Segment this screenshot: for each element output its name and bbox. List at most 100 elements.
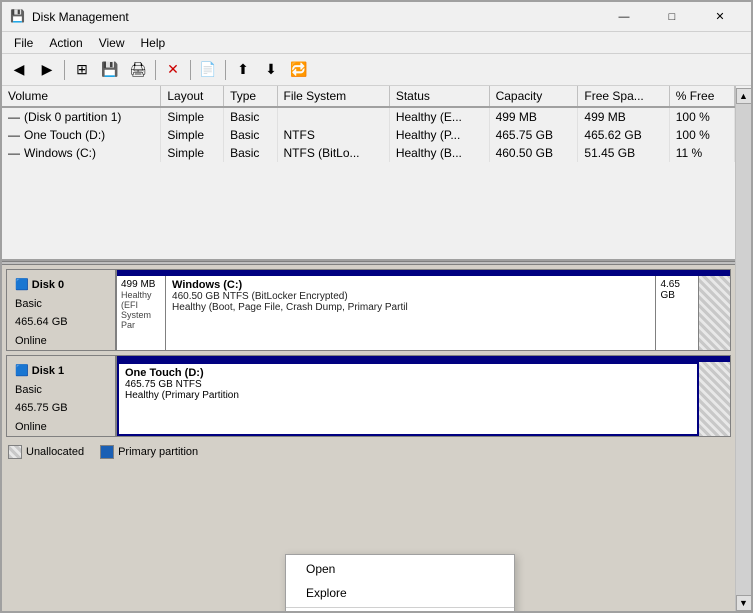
disk-0-c-detail2: Healthy (Boot, Page File, Crash Dump, Pr… bbox=[172, 302, 649, 313]
table-cell: —One Touch (D:) bbox=[2, 126, 161, 144]
disk-0-c-name: Windows (C:) bbox=[172, 279, 649, 291]
col-volume[interactable]: Volume bbox=[2, 86, 161, 107]
disk-1-row: 🟦 Disk 1 Basic 465.75 GB Online One Touc… bbox=[6, 355, 731, 437]
window-title: Disk Management bbox=[32, 10, 601, 24]
col-status[interactable]: Status bbox=[389, 86, 489, 107]
disk-1-type: Basic bbox=[15, 381, 107, 400]
table-cell: Basic bbox=[224, 144, 277, 162]
disk-0-unallocated[interactable] bbox=[699, 276, 730, 350]
menu-file[interactable]: File bbox=[6, 34, 41, 52]
disk-1-unallocated[interactable] bbox=[699, 362, 730, 436]
legend-primary-box bbox=[100, 445, 114, 459]
table-cell: —Windows (C:) bbox=[2, 144, 161, 162]
disk-1-d-detail1: 465.75 GB NTFS bbox=[125, 379, 691, 390]
table-row[interactable]: —(Disk 0 partition 1)SimpleBasicHealthy … bbox=[2, 107, 735, 126]
table-row[interactable]: —One Touch (D:)SimpleBasicNTFSHealthy (P… bbox=[2, 126, 735, 144]
disk-1-partition-d[interactable]: One Touch (D:) 465.75 GB NTFS Healthy (P… bbox=[117, 362, 699, 436]
toolbar-btn-up[interactable]: ⬆ bbox=[230, 57, 256, 83]
disk-0-label: 🟦 Disk 0 Basic 465.64 GB Online bbox=[7, 270, 117, 350]
toolbar-btn-save[interactable]: 💾 bbox=[97, 57, 123, 83]
col-pctfree[interactable]: % Free bbox=[669, 86, 734, 107]
table-cell: Basic bbox=[224, 107, 277, 126]
disk-1-partition-row: One Touch (D:) 465.75 GB NTFS Healthy (P… bbox=[117, 362, 730, 436]
disk-0-partition-c[interactable]: Windows (C:) 460.50 GB NTFS (BitLocker E… bbox=[166, 276, 656, 350]
table-cell: Healthy (B... bbox=[389, 144, 489, 162]
disk-0-size: 465.64 GB bbox=[15, 313, 107, 332]
main-window: 💾 Disk Management — □ ✕ File Action View… bbox=[0, 0, 753, 613]
disk-0-efi-status: Healthy (EFI System Par bbox=[121, 290, 161, 330]
scroll-down-button[interactable]: ▼ bbox=[736, 595, 752, 611]
scrollbar: ▲ ▼ bbox=[735, 86, 751, 611]
table-cell: Basic bbox=[224, 126, 277, 144]
title-bar: 💾 Disk Management — □ ✕ bbox=[2, 2, 751, 32]
disk-0-status: Online bbox=[15, 332, 107, 351]
menu-bar: File Action View Help bbox=[2, 32, 751, 54]
col-freespace[interactable]: Free Spa... bbox=[578, 86, 669, 107]
legend-unallocated-box bbox=[8, 445, 22, 459]
table-cell: Simple bbox=[161, 126, 224, 144]
table-cell: Simple bbox=[161, 107, 224, 126]
disk-1-d-detail2: Healthy (Primary Partition bbox=[125, 390, 691, 401]
back-button[interactable]: ◀ bbox=[6, 57, 32, 83]
table-cell: NTFS bbox=[277, 126, 389, 144]
disk-1-size: 465.75 GB bbox=[15, 399, 107, 418]
minimize-button[interactable]: — bbox=[601, 2, 647, 32]
table-cell: Simple bbox=[161, 144, 224, 162]
close-button[interactable]: ✕ bbox=[697, 2, 743, 32]
toolbar-btn-cancel[interactable]: ✕ bbox=[160, 57, 186, 83]
separator-3 bbox=[190, 60, 191, 80]
col-filesystem[interactable]: File System bbox=[277, 86, 389, 107]
legend-unallocated-label: Unallocated bbox=[26, 446, 84, 458]
table-cell: 460.50 GB bbox=[489, 144, 578, 162]
scroll-up-button[interactable]: ▲ bbox=[736, 88, 752, 104]
table-cell: 465.62 GB bbox=[578, 126, 669, 144]
table-cell: 499 MB bbox=[489, 107, 578, 126]
col-layout[interactable]: Layout bbox=[161, 86, 224, 107]
separator-1 bbox=[64, 60, 65, 80]
toolbar-btn-down[interactable]: ⬇ bbox=[258, 57, 284, 83]
disk-1-status: Online bbox=[15, 418, 107, 437]
volume-table: Volume Layout Type File System Status Ca… bbox=[2, 86, 735, 162]
maximize-button[interactable]: □ bbox=[649, 2, 695, 32]
volume-table-section: Volume Layout Type File System Status Ca… bbox=[2, 86, 735, 261]
window-controls: — □ ✕ bbox=[601, 2, 743, 32]
disk-0-name: 🟦 Disk 0 bbox=[15, 279, 64, 291]
disk-0-recovery-size: 4.65 GB bbox=[660, 279, 694, 301]
table-cell: 51.45 GB bbox=[578, 144, 669, 162]
disk-0-c-detail1: 460.50 GB NTFS (BitLocker Encrypted) bbox=[172, 291, 649, 302]
disk-1-label: 🟦 Disk 1 Basic 465.75 GB Online bbox=[7, 356, 117, 436]
menu-help[interactable]: Help bbox=[133, 34, 174, 52]
scroll-track bbox=[736, 104, 751, 595]
col-type[interactable]: Type bbox=[224, 86, 277, 107]
forward-button[interactable]: ▶ bbox=[34, 57, 60, 83]
separator-2 bbox=[155, 60, 156, 80]
table-cell: NTFS (BitLo... bbox=[277, 144, 389, 162]
table-cell: Healthy (E... bbox=[389, 107, 489, 126]
toolbar-btn-new[interactable]: 📄 bbox=[195, 57, 221, 83]
legend-primary: Primary partition bbox=[100, 445, 198, 459]
disk-map-section: 🟦 Disk 0 Basic 465.64 GB Online 499 MB bbox=[2, 265, 735, 611]
toolbar-btn-properties[interactable]: ⊞ bbox=[69, 57, 95, 83]
disk-1-name: 🟦 Disk 1 bbox=[15, 365, 64, 377]
legend-primary-label: Primary partition bbox=[118, 446, 198, 458]
disk-0-type: Basic bbox=[15, 295, 107, 314]
toolbar: ◀ ▶ ⊞ 💾 🖨 ✕ 📄 ⬆ ⬇ 🔁 bbox=[2, 54, 751, 86]
disk-0-partitions: 499 MB Healthy (EFI System Par Windows (… bbox=[117, 270, 730, 350]
toolbar-btn-refresh[interactable]: 🔁 bbox=[286, 57, 312, 83]
disk-0-partition-recovery[interactable]: 4.65 GB bbox=[656, 276, 699, 350]
disk-0-partition-efi[interactable]: 499 MB Healthy (EFI System Par bbox=[117, 276, 166, 350]
table-cell: 499 MB bbox=[578, 107, 669, 126]
table-cell: 465.75 GB bbox=[489, 126, 578, 144]
menu-view[interactable]: View bbox=[91, 34, 133, 52]
toolbar-btn-print[interactable]: 🖨 bbox=[125, 57, 151, 83]
menu-action[interactable]: Action bbox=[41, 34, 90, 52]
disk-1-partitions: One Touch (D:) 465.75 GB NTFS Healthy (P… bbox=[117, 356, 730, 436]
table-cell bbox=[277, 107, 389, 126]
table-cell: 100 % bbox=[669, 107, 734, 126]
table-cell: Healthy (P... bbox=[389, 126, 489, 144]
disk-0-partition-row: 499 MB Healthy (EFI System Par Windows (… bbox=[117, 276, 730, 350]
disk-0-row: 🟦 Disk 0 Basic 465.64 GB Online 499 MB bbox=[6, 269, 731, 351]
col-capacity[interactable]: Capacity bbox=[489, 86, 578, 107]
legend: Unallocated Primary partition bbox=[6, 441, 731, 463]
table-row[interactable]: —Windows (C:)SimpleBasicNTFS (BitLo...He… bbox=[2, 144, 735, 162]
